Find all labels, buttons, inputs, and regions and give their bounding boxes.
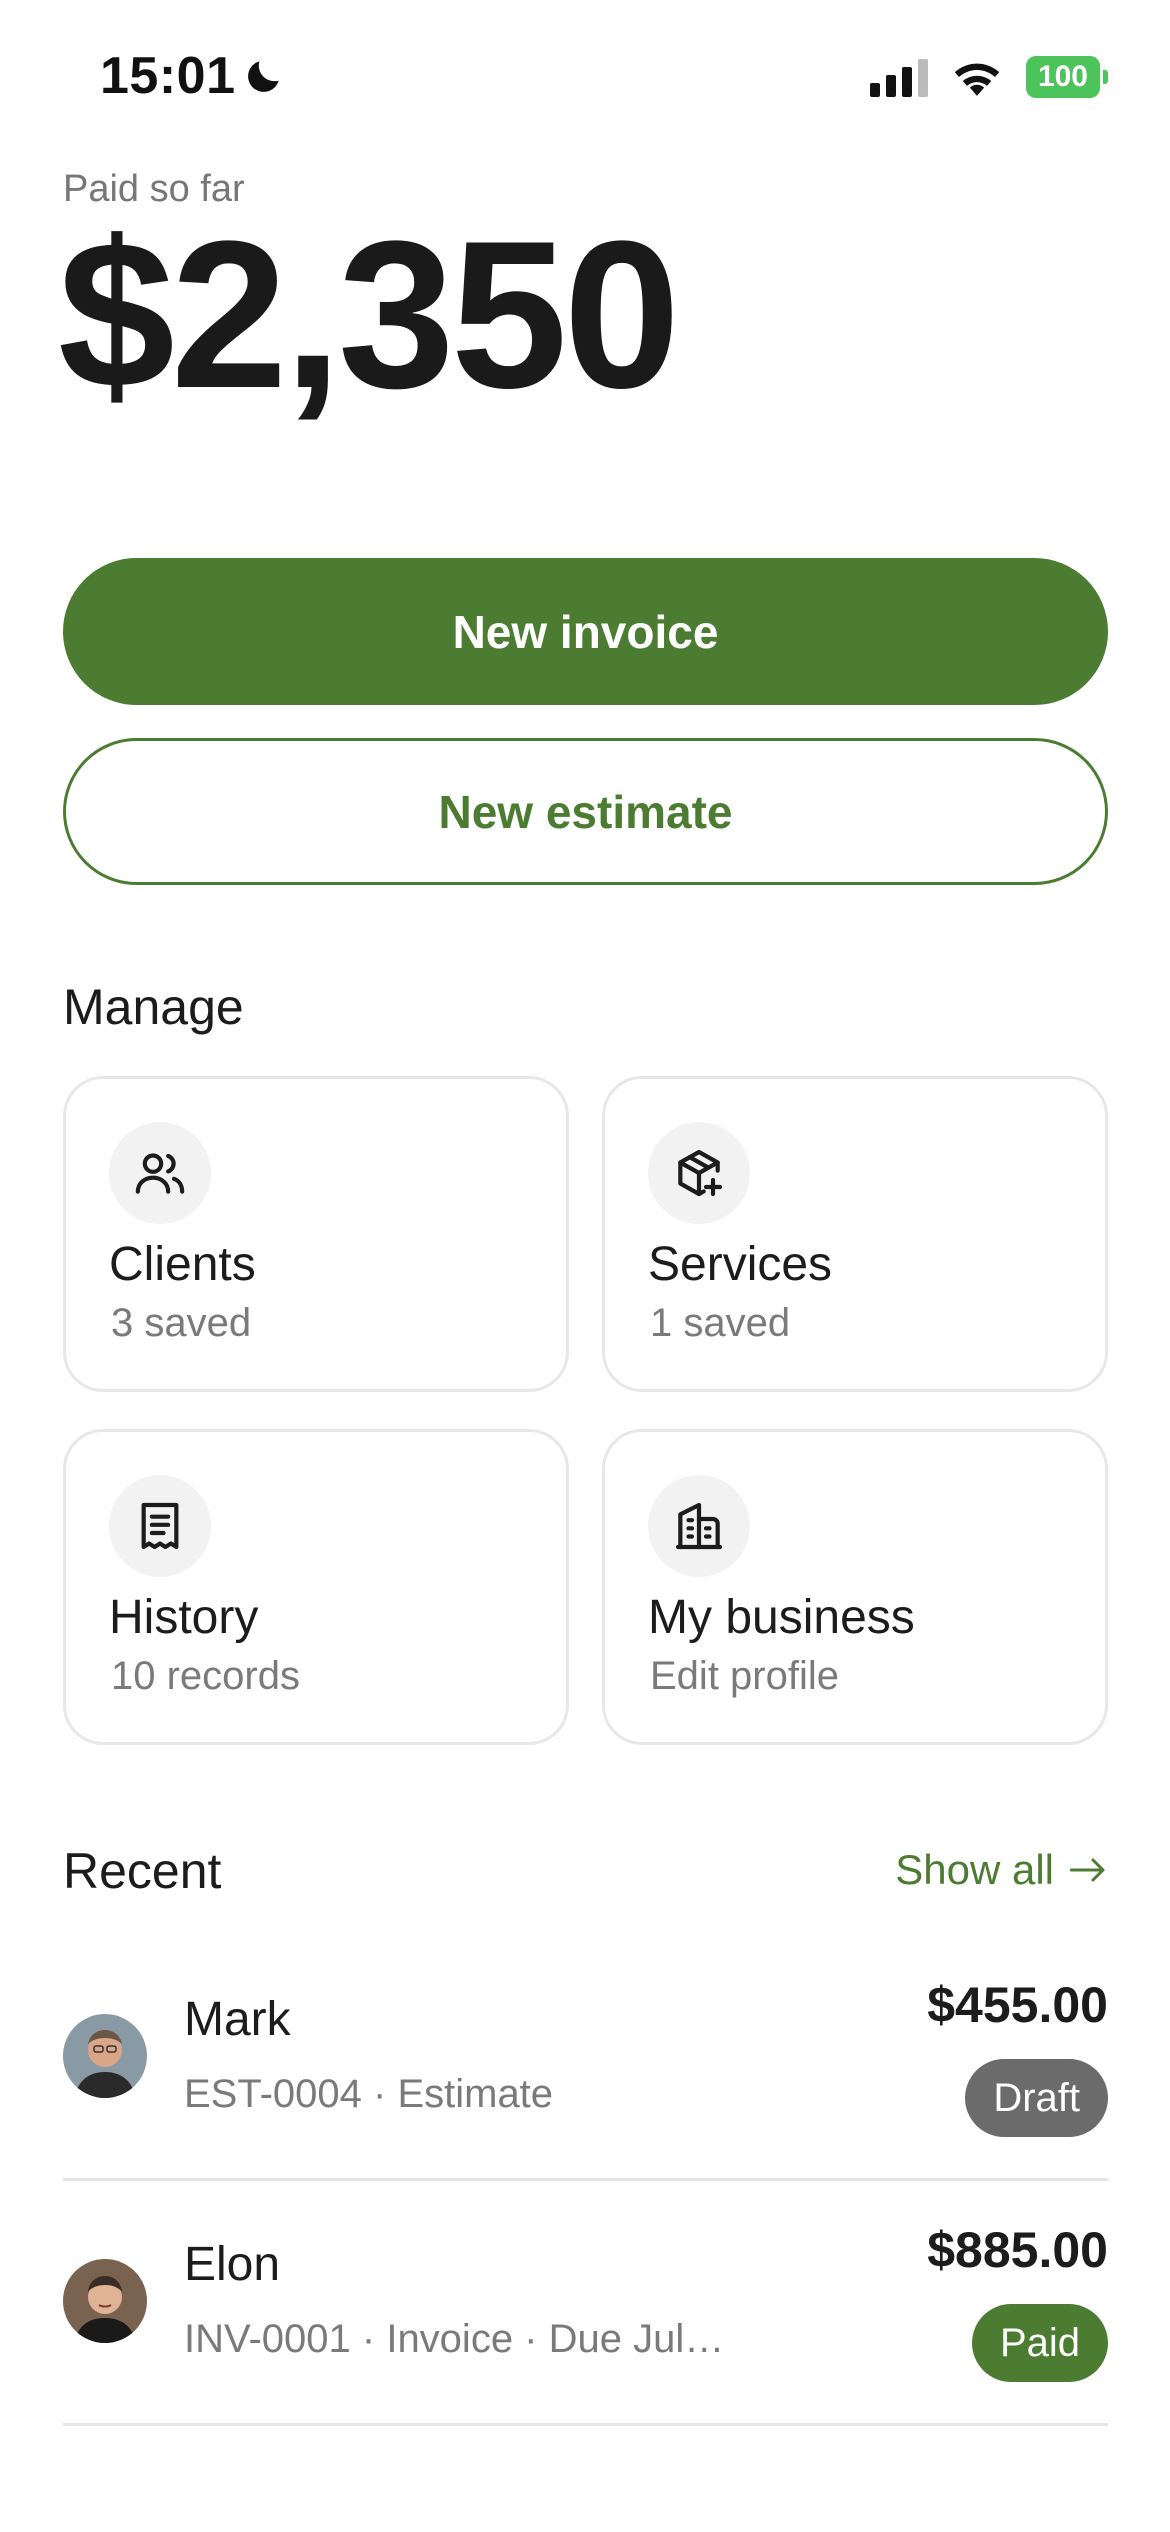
manage-title: Manage [63,979,244,1035]
arrow-right-icon [1069,1858,1105,1882]
paid-amount: $2,350 [58,197,680,432]
history-card[interactable]: History 10 records [63,1429,569,1745]
my-business-subtitle: Edit profile [650,1654,839,1698]
receipt-icon [109,1475,211,1577]
my-business-title: My business [648,1591,915,1644]
status-bar: 15:01 100 [0,0,1170,150]
document-amount: $885.00 [927,2222,1108,2278]
show-all-label: Show all [895,1846,1054,1893]
status-badge: Paid [971,2304,1108,2382]
new-estimate-button[interactable]: New estimate [63,738,1108,885]
signal-icon [869,57,928,97]
show-all-link[interactable]: Show all [895,1846,1108,1894]
new-invoice-button[interactable]: New invoice [63,558,1108,705]
history-title: History [109,1591,259,1644]
users-icon [109,1122,211,1224]
list-item[interactable]: Mark EST-0004 · Estimate $455.00 Draft [63,1936,1108,2181]
client-name: Mark [184,1993,291,2046]
battery-icon: 100 [1025,56,1109,98]
avatar [63,2014,147,2098]
list-item[interactable]: Elon INV-0001 · Invoice · Due Jul… $885.… [63,2181,1108,2426]
document-meta: EST-0004 · Estimate [184,2072,554,2116]
services-title: Services [648,1238,833,1291]
moon-icon [247,61,279,92]
services-subtitle: 1 saved [650,1301,791,1345]
battery-level: 100 [1037,60,1088,93]
status-indicators: 100 [869,56,1109,98]
package-plus-icon [648,1122,750,1224]
clients-card[interactable]: Clients 3 saved [63,1076,569,1392]
status-badge: Draft [965,2059,1108,2137]
clients-title: Clients [109,1238,256,1291]
client-name: Elon [184,2238,281,2291]
clients-subtitle: 3 saved [111,1301,252,1345]
document-amount: $455.00 [927,1977,1108,2033]
status-time: 15:01 [100,46,286,106]
my-business-card[interactable]: My business Edit profile [602,1429,1108,1745]
recent-title: Recent [63,1843,222,1899]
building-icon [648,1475,750,1577]
document-meta: INV-0001 · Invoice · Due Jul… [184,2317,725,2361]
services-card[interactable]: Services 1 saved [602,1076,1108,1392]
avatar [63,2259,147,2343]
history-subtitle: 10 records [111,1654,300,1698]
clock-text: 15:01 [100,47,236,105]
wifi-icon [954,63,1000,96]
